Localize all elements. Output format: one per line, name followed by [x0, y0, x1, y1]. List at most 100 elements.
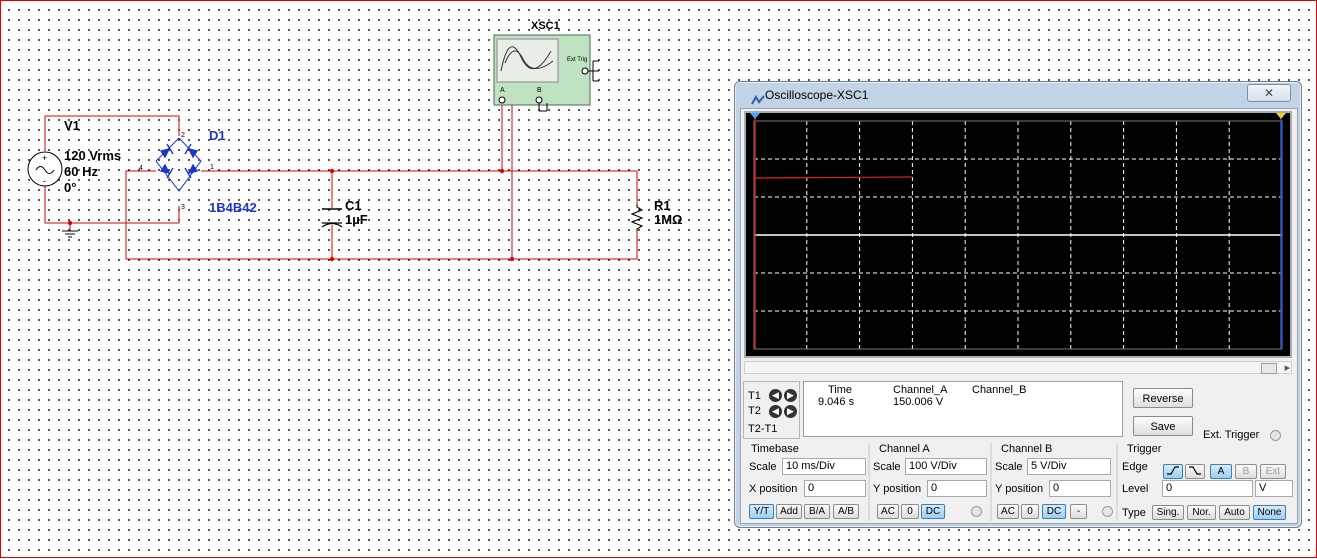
channel-a-group: Channel A Scale 100 V/Div Y position 0	[869, 443, 989, 505]
d1-pin-4: 4	[139, 165, 143, 172]
t2-left-icon[interactable]: ◀	[769, 405, 782, 418]
trigger-level-label: Level	[1122, 483, 1149, 495]
trigger-auto-button[interactable]: Auto	[1219, 505, 1250, 520]
mode-ab-button[interactable]: A/B	[833, 504, 859, 519]
v1-frequency: 60 Hz	[64, 164, 98, 179]
readout-header-channel-a: Channel_A	[893, 384, 948, 396]
c1-name: C1	[345, 198, 362, 213]
save-button[interactable]: Save	[1133, 416, 1193, 436]
trigger-source-a-button[interactable]: A	[1210, 464, 1232, 479]
channel-b-ac-button[interactable]: AC	[997, 504, 1019, 519]
cursor-t1-marker	[750, 113, 760, 119]
trigger-source-ext-button[interactable]: Ext	[1260, 464, 1286, 479]
close-button[interactable]: ✕	[1247, 84, 1291, 102]
xsc1-name: XSC1	[531, 20, 560, 32]
channel-b-scale-field[interactable]: 5 V/Div	[1027, 458, 1111, 475]
readout-header-channel-b: Channel_B	[972, 384, 1027, 396]
xsc1-pin-b-label: B	[537, 87, 542, 94]
channel-b-scale-label: Scale	[995, 461, 1023, 473]
xsc1-pin-a-label: A	[500, 87, 505, 94]
trigger-none-button[interactable]: None	[1253, 505, 1286, 520]
trigger-type-label: Type	[1122, 507, 1146, 519]
horizontal-scrollbar[interactable]: ▶	[744, 361, 1292, 374]
channel-a-title: Channel A	[879, 443, 930, 455]
channel-b-terminal[interactable]	[1102, 506, 1113, 517]
scope-app-icon	[751, 95, 765, 105]
timebase-scale-field[interactable]: 10 ms/Div	[782, 458, 866, 475]
v1-voltage: 120 Vrms	[64, 148, 122, 163]
readout-table: Time Channel_A Channel_B 9.046 s 150.006…	[803, 381, 1123, 437]
channel-a-ac-button[interactable]: AC	[877, 504, 899, 519]
wire-bottom-rail	[125, 170, 638, 260]
d1-pin-2: 2	[181, 132, 185, 139]
trigger-edge-label: Edge	[1122, 461, 1148, 473]
trigger-level-unit[interactable]: V	[1255, 480, 1293, 497]
scroll-right-icon[interactable]: ▶	[1285, 364, 1290, 372]
channel-b-ypos-label: Y position	[995, 483, 1044, 495]
channel-a-ypos-label: Y position	[873, 483, 922, 495]
d1-part: 1B4B42	[209, 200, 257, 215]
ground-icon	[62, 230, 78, 238]
channel-a-ypos-field[interactable]: 0	[927, 480, 987, 497]
trigger-single-button[interactable]: Sing.	[1152, 505, 1184, 520]
ac-source-icon: + -	[27, 151, 63, 187]
rising-edge-icon[interactable]	[1163, 464, 1183, 479]
t1-label: T1	[748, 390, 761, 402]
bridge-rectifier-icon	[155, 137, 202, 192]
trigger-title: Trigger	[1127, 443, 1162, 455]
d1-pin-1: 1	[210, 164, 214, 171]
scrollbar-thumb[interactable]	[1261, 363, 1277, 374]
scope-screen[interactable]	[744, 111, 1292, 358]
channel-a-dc-button[interactable]: DC	[921, 504, 945, 519]
ext-trigger-terminal[interactable]	[1270, 430, 1281, 441]
d1-pin-3: 3	[181, 204, 185, 211]
r1-value: 1MΩ	[654, 212, 683, 227]
oscilloscope-window[interactable]: Oscilloscope-XSC1 ✕ ▶ T1 ◀ ▶ T2 ◀ ▶ T2-T…	[734, 81, 1302, 528]
channel-a-trace	[753, 176, 913, 179]
cursor-t2-marker	[1276, 113, 1286, 119]
channel-b-title: Channel B	[1001, 443, 1053, 455]
cursor-controls: T1 ◀ ▶ T2 ◀ ▶ T2-T1	[743, 381, 800, 439]
r1-name: R1	[654, 198, 671, 213]
mode-ba-button[interactable]: B/A	[804, 504, 830, 519]
mode-yt-button[interactable]: Y/T	[749, 504, 774, 519]
trigger-normal-button[interactable]: Nor.	[1187, 505, 1216, 520]
window-title-text: Oscilloscope-XSC1	[765, 88, 869, 102]
reverse-button[interactable]: Reverse	[1133, 388, 1193, 408]
oscilloscope-panel: ▶ T1 ◀ ▶ T2 ◀ ▶ T2-T1 Time Channel_A Cha…	[740, 108, 1298, 524]
x-position-field[interactable]: 0	[804, 480, 866, 497]
channel-b-group: Channel B Scale 5 V/Div Y position 0	[991, 443, 1115, 505]
channel-a-terminal[interactable]	[971, 506, 982, 517]
t2-t1-label: T2-T1	[748, 423, 778, 435]
timebase-title: Timebase	[751, 443, 799, 455]
c1-value: 1µF	[345, 212, 368, 227]
svg-text:-: -	[43, 176, 46, 186]
falling-edge-icon[interactable]	[1185, 464, 1205, 479]
timebase-scale-label: Scale	[749, 461, 777, 473]
oscilloscope-block-icon	[493, 34, 599, 112]
resistor-icon	[630, 204, 644, 231]
channel-b-zero-button[interactable]: 0	[1021, 504, 1039, 519]
channel-b-invert-button[interactable]: -	[1070, 504, 1087, 519]
channel-a-scale-field[interactable]: 100 V/Div	[905, 458, 987, 475]
t2-label: T2	[748, 405, 761, 417]
t1-right-icon[interactable]: ▶	[784, 389, 797, 402]
trigger-source-b-button[interactable]: B	[1235, 464, 1257, 479]
t2-right-icon[interactable]: ▶	[784, 405, 797, 418]
t1-left-icon[interactable]: ◀	[769, 389, 782, 402]
mode-add-button[interactable]: Add	[776, 504, 802, 519]
timebase-group: Timebase Scale 10 ms/Div X position 0	[741, 443, 869, 505]
xsc1-ext-trig-label: Ext Trig	[567, 57, 588, 63]
d1-name: D1	[209, 128, 226, 143]
x-position-label: X position	[749, 483, 798, 495]
v1-phase: 0°	[64, 180, 77, 195]
readout-t1-channel-a: 150.006 V	[893, 396, 944, 408]
channel-b-dc-button[interactable]: DC	[1042, 504, 1066, 519]
channel-a-scale-label: Scale	[873, 461, 901, 473]
channel-a-zero-button[interactable]: 0	[901, 504, 919, 519]
trigger-level-field[interactable]: 0	[1162, 480, 1253, 497]
readout-header-time: Time	[828, 384, 853, 396]
scope-display	[750, 113, 1286, 350]
channel-b-ypos-field[interactable]: 0	[1049, 480, 1111, 497]
wire-top-rail	[201, 170, 638, 204]
